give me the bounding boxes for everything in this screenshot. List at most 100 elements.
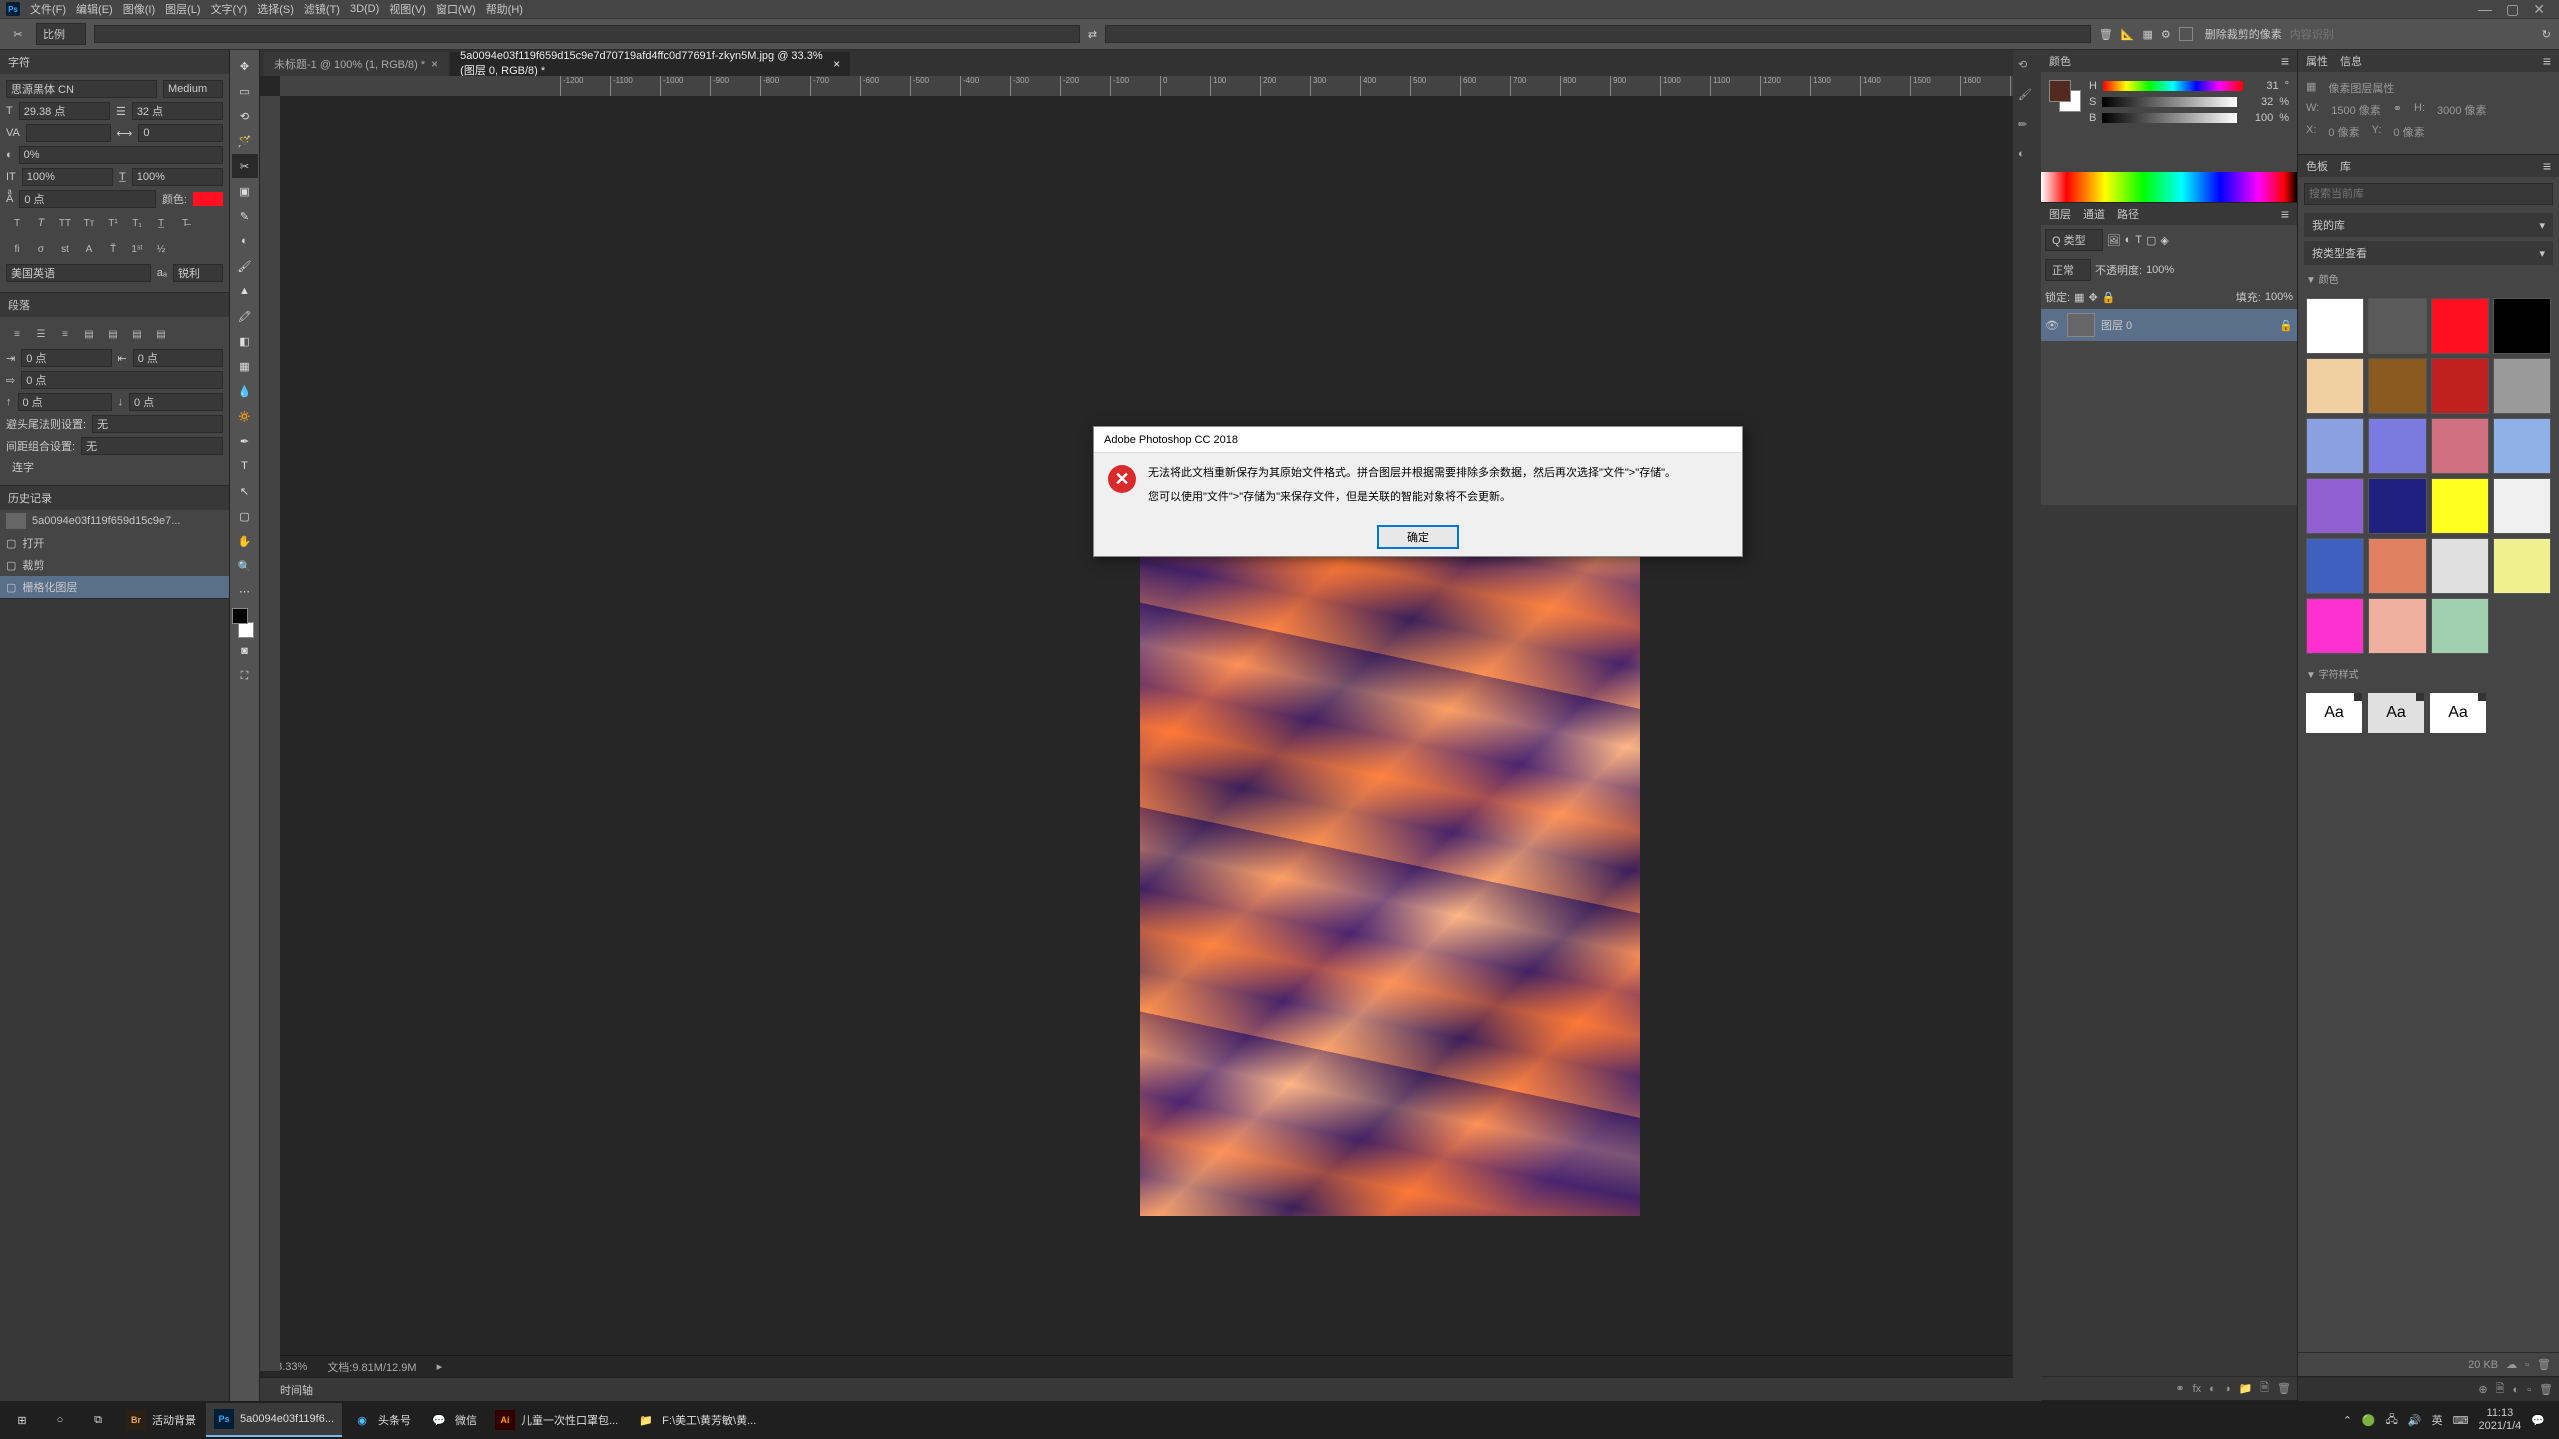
language-select[interactable] [6,264,151,282]
tray-network-icon[interactable]: 🖧 [2386,1411,2398,1430]
properties-tab[interactable]: 属性 [2306,53,2328,69]
fill-value[interactable]: 100% [2265,291,2293,303]
horizontal-ruler[interactable]: -1200-1100-1000-900-800-700-600-500-400-… [280,76,2013,96]
shape-tool[interactable]: ▢ [232,504,258,528]
library-search-input[interactable] [2304,183,2553,205]
taskbar-wechat[interactable]: 💬微信 [421,1403,485,1437]
status-disclosure-icon[interactable]: ▸ [437,1360,443,1373]
library-swatch[interactable] [2368,358,2426,414]
document-tab-1[interactable]: 未标题-1 @ 100% (1, RGB/8) *× [264,52,448,76]
quick-select-tool[interactable]: 🪄 [232,129,258,153]
layer-fx-icon[interactable]: fx [2193,1383,2202,1395]
font-size-input[interactable] [19,102,110,120]
settings-icon[interactable]: ⚙ [2161,28,2171,41]
allcaps-button[interactable]: TT [54,212,76,234]
move-tool[interactable]: ✥ [232,54,258,78]
screenmode-toggle[interactable]: ⛶ [232,664,258,688]
layers-tab[interactable]: 图层 [2049,206,2071,222]
indent-first-input[interactable] [21,371,223,389]
menu-type[interactable]: 文字(Y) [211,1,248,17]
lock-position-icon[interactable]: ✥ [2088,291,2097,304]
filter-type-icon[interactable]: T [2135,234,2142,246]
timeline-panel[interactable]: 时间轴 [260,1377,2013,1401]
library-swatch[interactable] [2306,538,2364,594]
justify-center-button[interactable]: ▤ [102,323,124,345]
space-after-input[interactable] [129,393,223,411]
clear-icon[interactable]: 🗑 [2099,28,2113,41]
tray-ime-icon[interactable]: ⌨ [2453,1414,2469,1427]
library-swatch[interactable] [2306,298,2364,354]
aspect-ratio-select[interactable]: 比例 [36,23,86,45]
panel-menu-icon[interactable]: ≡ [2543,158,2551,174]
history-panel-tab[interactable]: 历史记录 [0,486,229,510]
tab-close-icon[interactable]: × [431,57,438,71]
hand-tool[interactable]: ✋ [232,529,258,553]
baseline-input[interactable] [19,190,156,208]
tray-clock[interactable]: 11:13 2021/1/4 [2478,1407,2521,1433]
char-style-item[interactable]: Aa [2430,693,2486,733]
library-swatch[interactable] [2493,418,2551,474]
taskbar-illustrator[interactable]: Ai儿童一次性口罩包... [487,1403,626,1437]
1st-button[interactable]: 1ˢᵗ [126,238,148,260]
library-swatch[interactable] [2431,418,2489,474]
eraser-tool[interactable]: ◧ [232,329,258,353]
leading-input[interactable] [132,102,223,120]
menu-image[interactable]: 图像(I) [123,1,155,17]
align-left-button[interactable]: ≡ [6,323,28,345]
color-swatch-pair[interactable] [2049,80,2081,112]
new-layer-icon[interactable]: 🗎 [2260,1379,2269,1398]
link-wh-icon[interactable]: ⚭ [2393,102,2402,118]
library-swatch[interactable] [2493,538,2551,594]
group-icon[interactable]: 📁 [2238,1382,2252,1395]
tray-chevron-icon[interactable]: ⌃ [2343,1414,2352,1427]
charstyles-section-header[interactable]: ▼ 字符样式 [2298,662,2559,685]
filter-shape-icon[interactable]: ▢ [2146,234,2156,247]
lib-add-icon[interactable]: ▫ [2525,1359,2529,1371]
library-swatch[interactable] [2431,298,2489,354]
scale-h-input[interactable] [132,168,223,186]
superscript-button[interactable]: T¹ [102,212,124,234]
color-spectrum[interactable] [2041,172,2297,202]
hue-value[interactable]: 31 [2249,80,2279,92]
swatches-tab[interactable]: 色板 [2306,158,2328,174]
start-button[interactable]: ⊞ [4,1403,40,1437]
menu-filter[interactable]: 滤镜(T) [304,1,340,17]
kinsoku-select[interactable] [92,415,223,433]
layer-lock-icon[interactable]: 🔒 [2279,319,2293,332]
lib-action-icon[interactable]: ◐ [2512,1384,2519,1396]
bri-value[interactable]: 100 [2243,112,2273,124]
brush-settings-icon[interactable]: 🖌 [2018,88,2036,106]
eyedropper-tool[interactable]: ✎ [232,204,258,228]
menu-3d[interactable]: 3D(D) [350,3,379,15]
scale-v-input[interactable] [22,168,113,186]
libraries-tab[interactable]: 库 [2340,158,2351,174]
kerning-input[interactable] [26,124,111,142]
justify-all-button[interactable]: ▤ [150,323,172,345]
smallcaps-button[interactable]: Tᴛ [78,212,100,234]
lib-action-icon[interactable]: ▫ [2527,1384,2531,1396]
taskbar-toutiao[interactable]: ◉头条号 [344,1403,419,1437]
library-swatch[interactable] [2368,538,2426,594]
filter-adj-icon[interactable]: ◐ [2125,234,2132,246]
subscript-button[interactable]: T₁ [126,212,148,234]
library-swatch[interactable] [2431,358,2489,414]
healing-tool[interactable]: ◐ [232,229,258,253]
layer-thumbnail[interactable] [2067,313,2095,337]
text-color-swatch[interactable] [193,192,223,206]
sat-value[interactable]: 32 [2243,96,2273,108]
layer-visibility-icon[interactable]: 👁 [2045,319,2061,332]
adjustments-icon[interactable]: ◐ [2018,148,2036,166]
paths-tab[interactable]: 路径 [2117,206,2139,222]
minimize-icon[interactable]: — [2478,1,2492,18]
sigma-button[interactable]: σ [30,238,52,260]
menu-edit[interactable]: 编辑(E) [76,1,113,17]
delete-cropped-checkbox[interactable] [2179,27,2193,41]
foreground-background-colors[interactable] [232,608,258,638]
cortana-button[interactable]: ○ [42,1403,78,1437]
align-right-button[interactable]: ≡ [54,323,76,345]
type-tool[interactable]: T [232,454,258,478]
path-tool[interactable]: ↖ [232,479,258,503]
taskbar-explorer[interactable]: 📁F:\美工\黄芳敏\黄... [628,1403,764,1437]
swap-icon[interactable]: ⇄ [1088,28,1097,41]
gradient-tool[interactable]: ▦ [232,354,258,378]
